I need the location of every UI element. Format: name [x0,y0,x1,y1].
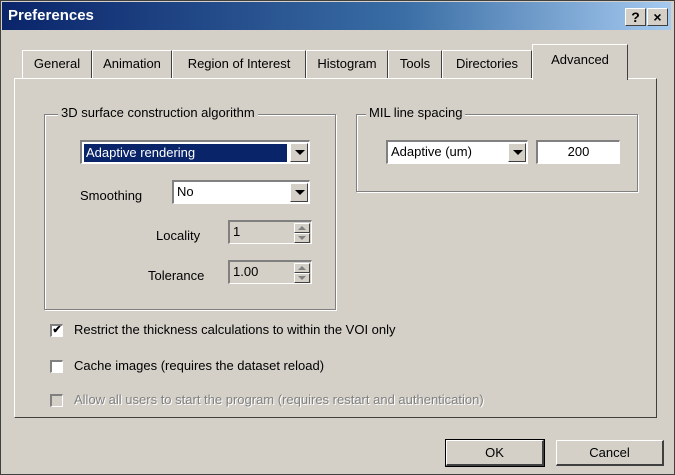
mil-spacing-input[interactable]: 200 [536,140,620,164]
mil-mode-select[interactable]: Adaptive (um) [386,140,528,164]
tab-label: Animation [103,56,161,71]
restrict-checkbox[interactable]: ✔ [50,324,63,337]
tab-animation[interactable]: Animation [92,50,172,78]
ok-button[interactable]: OK [445,439,545,467]
tolerance-label: Tolerance [148,268,205,283]
help-icon: ? [631,9,640,25]
smoothing-value: No [177,184,194,199]
cancel-label: Cancel [589,445,630,460]
tolerance-stepper[interactable]: 1.00 [228,260,312,284]
mil-spacing-value: 200 [567,144,590,159]
spin-down-icon[interactable] [294,273,310,283]
mil-line-spacing-group-title: MIL line spacing [366,105,466,120]
tab-label: Histogram [317,56,377,71]
tab-label: Tools [399,56,431,71]
chevron-down-icon[interactable] [290,183,308,202]
help-button[interactable]: ? [625,8,646,26]
tolerance-value: 1.00 [233,264,259,279]
spin-down-icon[interactable] [294,233,310,243]
algorithm-value: Adaptive rendering [84,144,287,162]
close-button[interactable]: × [647,8,668,26]
locality-stepper[interactable]: 1 [228,220,312,244]
tab-directories[interactable]: Directories [442,50,532,78]
algorithm-select[interactable]: Adaptive rendering [80,140,310,164]
spin-up-icon[interactable] [294,263,310,273]
restrict-label[interactable]: Restrict the thickness calculations to w… [74,322,396,337]
surface-algorithm-group-title: 3D surface construction algorithm [58,105,258,120]
tab-label: Region of Interest [187,56,291,71]
smoothing-select[interactable]: No [172,180,310,204]
check-icon: ✔ [52,324,62,336]
tab-general[interactable]: General [22,50,92,78]
tab-advanced[interactable]: Advanced [532,44,628,80]
spin-up-icon[interactable] [294,223,310,233]
tab-label: Advanced [551,52,609,67]
locality-value: 1 [233,224,241,239]
allow-all-users-label[interactable]: Allow all users to start the program (re… [74,392,484,407]
ok-label: OK [485,445,504,460]
locality-label: Locality [156,228,201,243]
window-title: Preferences [8,7,94,24]
allow-all-users-checkbox[interactable] [50,394,63,407]
tab-histogram[interactable]: Histogram [306,50,388,78]
chevron-down-icon[interactable] [508,143,526,162]
tab-label: General [33,56,81,71]
cache-images-checkbox[interactable] [50,360,63,373]
tab-tools[interactable]: Tools [388,50,442,78]
title-bar[interactable]: Preferences ? × [2,2,671,30]
tab-region-of-interest[interactable]: Region of Interest [172,50,306,78]
cache-images-label[interactable]: Cache images (requires the dataset reloa… [74,358,324,373]
mil-mode-value: Adaptive (um) [391,144,472,159]
smoothing-label: Smoothing [80,188,143,203]
close-icon: × [653,9,662,25]
chevron-down-icon[interactable] [290,143,308,162]
cancel-button[interactable]: Cancel [556,440,664,466]
tab-label: Directories [455,56,519,71]
